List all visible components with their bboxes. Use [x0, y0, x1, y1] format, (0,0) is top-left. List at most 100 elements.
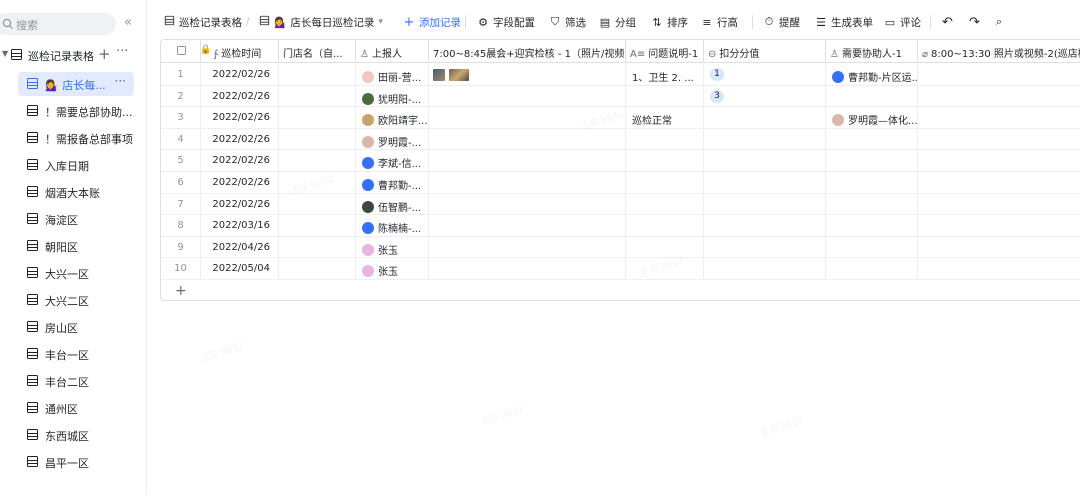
sidebar-item-table[interactable]: 💁‍♀️ 店长每... ··· [18, 72, 134, 96]
assist-person-cell[interactable] [826, 172, 918, 193]
toolbar-table-tab[interactable]: 巡检记录表格 [163, 14, 242, 30]
reporter-cell[interactable]: 伍智鹏-... [356, 193, 429, 215]
reporter-cell[interactable]: 张玉 [356, 236, 429, 258]
find-icon[interactable]: ⌕ [996, 14, 1002, 30]
sidebar-item-table[interactable]: ！需要总部协助... [18, 99, 134, 123]
caret-down-icon[interactable]: ▼ [2, 49, 8, 58]
deduction-score-cell[interactable] [704, 128, 826, 150]
morning-photo-cell[interactable] [429, 128, 626, 150]
store-name-cell[interactable] [279, 236, 356, 258]
reporter-cell[interactable]: 欧阳靖宇... [356, 107, 429, 128]
sidebar-item-table[interactable]: 丰台二区 [18, 369, 134, 393]
table-row[interactable]: 7 2022/02/26 伍智鹏-... [161, 193, 1080, 216]
table-row[interactable]: 5 2022/02/26 李斌-信... [161, 150, 1080, 172]
assist-person-cell[interactable]: 曹邦勤-片区运... [826, 64, 918, 85]
issue-note-cell[interactable] [626, 236, 704, 258]
inspection-date-cell[interactable]: 2022/02/26 [201, 64, 279, 85]
table-row[interactable]: 4 2022/02/26 罗明霞-... [161, 128, 1080, 151]
table-row[interactable]: 3 2022/02/26 欧阳靖宇... 巡检正常 罗明霞—体化... [161, 107, 1080, 129]
deduction-score-cell[interactable] [704, 172, 826, 193]
reporter-cell[interactable]: 曹邦勤-... [356, 172, 429, 193]
afternoon-photo-cell[interactable] [918, 129, 1080, 150]
afternoon-photo-cell[interactable] [918, 172, 1080, 193]
deduction-score-cell[interactable] [704, 150, 826, 171]
store-name-cell[interactable] [279, 258, 356, 279]
table-row[interactable]: 8 2022/03/16 陈楠楠-... [161, 215, 1080, 237]
more-options-icon[interactable]: ··· [116, 44, 128, 59]
reporter-cell[interactable]: 陈楠楠-... [356, 215, 429, 236]
table-row[interactable]: 10 2022/05/04 张玉 [161, 258, 1080, 280]
view-selector[interactable]: 💁‍♀️ 店长每日巡检记录 ▾ [258, 14, 383, 30]
sidebar-item-table[interactable]: 昌平一区 [18, 450, 134, 474]
reporter-cell[interactable]: 李斌-信... [356, 150, 429, 171]
reporter-cell[interactable]: 田丽-营... [356, 64, 429, 85]
sidebar-item-table[interactable]: 房山区 [18, 315, 134, 339]
afternoon-photo-cell[interactable] [918, 150, 1080, 171]
remind-button[interactable]: ⏱ 提醒 [763, 14, 800, 30]
afternoon-photo-cell[interactable] [918, 64, 1080, 85]
column-header[interactable]: ⌀8:00~13:30 照片或视频-2(巡店检核 [918, 40, 1080, 63]
add-table-icon[interactable]: + [98, 45, 111, 63]
reporter-cell[interactable]: 张玉 [356, 258, 429, 279]
add-record-button[interactable]: + 添加记录 [403, 14, 461, 30]
redo-icon[interactable]: ↷ [969, 14, 980, 30]
row-height-button[interactable]: ≡ 行高 [701, 14, 738, 30]
form-button[interactable]: ☰ 生成表单 [815, 14, 873, 30]
deduction-score-cell[interactable]: 3 [704, 85, 826, 107]
group-button[interactable]: ▤ 分组 [599, 14, 636, 30]
issue-note-cell[interactable] [626, 193, 704, 215]
sidebar-item-table[interactable]: 东西城区 [18, 423, 134, 447]
morning-photo-cell[interactable] [429, 150, 626, 171]
more-options-icon[interactable]: ··· [115, 74, 126, 88]
morning-photo-cell[interactable] [429, 172, 626, 193]
inspection-date-cell[interactable]: 2022/02/26 [201, 172, 279, 193]
sidebar-item-table[interactable]: 丰台一区 [18, 342, 134, 366]
base-header[interactable]: ▼ 巡检记录表格 + ··· [0, 44, 147, 66]
store-name-cell[interactable] [279, 107, 356, 128]
issue-note-cell[interactable] [626, 172, 704, 193]
deduction-score-cell[interactable]: 1 [704, 64, 826, 85]
morning-photo-cell[interactable] [429, 215, 626, 236]
inspection-date-cell[interactable]: 2022/05/04 [201, 258, 279, 279]
morning-photo-cell[interactable] [429, 236, 626, 258]
sidebar-item-table[interactable]: 通州区 [18, 396, 134, 420]
sidebar-item-table[interactable]: 朝阳区 [18, 234, 134, 258]
inspection-date-cell[interactable]: 2022/02/26 [201, 150, 279, 171]
assist-person-cell[interactable]: 罗明霞—体化... [826, 107, 918, 128]
afternoon-photo-cell[interactable] [918, 237, 1080, 258]
sidebar-item-table[interactable]: 大兴一区 [18, 261, 134, 285]
comment-button[interactable]: ▭ 评论 [884, 14, 921, 30]
inspection-date-cell[interactable]: 2022/04/26 [201, 236, 279, 258]
afternoon-photo-cell[interactable] [918, 194, 1080, 215]
photo-thumbnail[interactable] [433, 69, 445, 81]
issue-note-cell[interactable] [626, 215, 704, 236]
sidebar-item-table[interactable]: ！需报备总部事项 [18, 126, 134, 150]
store-name-cell[interactable] [279, 150, 356, 171]
afternoon-photo-cell[interactable] [918, 107, 1080, 128]
sidebar-item-table[interactable]: 大兴二区 [18, 288, 134, 312]
store-name-cell[interactable] [279, 215, 356, 236]
sidebar-item-table[interactable]: 海淀区 [18, 207, 134, 231]
assist-person-cell[interactable] [826, 128, 918, 150]
morning-photo-cell[interactable] [429, 64, 626, 85]
morning-photo-cell[interactable] [429, 193, 626, 215]
reporter-cell[interactable]: 犹明阳-... [356, 85, 429, 107]
table-row[interactable]: 6 2022/02/26 曹邦勤-... [161, 172, 1080, 194]
issue-note-cell[interactable] [626, 85, 704, 107]
morning-photo-cell[interactable] [429, 107, 626, 128]
morning-photo-cell[interactable] [429, 85, 626, 107]
column-header[interactable]: ∱ 巡检时间 [201, 40, 279, 63]
assist-person-cell[interactable] [826, 150, 918, 171]
deduction-score-cell[interactable] [704, 193, 826, 215]
assist-person-cell[interactable] [826, 215, 918, 236]
issue-note-cell[interactable] [626, 150, 704, 171]
inspection-date-cell[interactable]: 2022/03/16 [201, 215, 279, 236]
inspection-date-cell[interactable]: 2022/02/26 [201, 128, 279, 150]
column-header[interactable]: 门店名（自... [279, 40, 356, 63]
store-name-cell[interactable] [279, 172, 356, 193]
select-all-checkbox[interactable] [161, 40, 201, 63]
deduction-score-cell[interactable] [704, 258, 826, 279]
deduction-score-cell[interactable] [704, 236, 826, 258]
table-row[interactable]: 9 2022/04/26 张玉 [161, 236, 1080, 259]
afternoon-photo-cell[interactable] [918, 86, 1080, 107]
